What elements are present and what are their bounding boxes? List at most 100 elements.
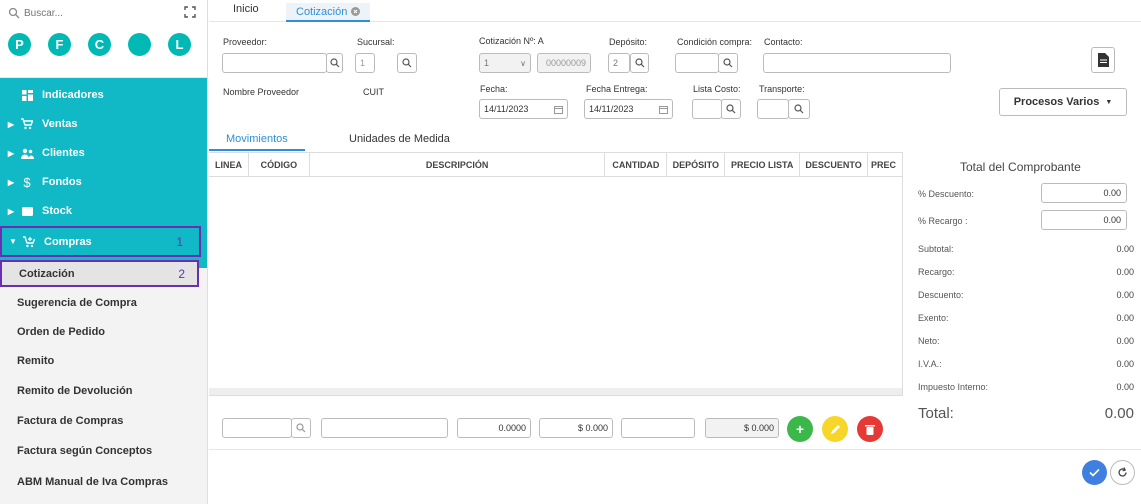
document-button[interactable]: [1091, 47, 1115, 73]
col-cantidad[interactable]: CANTIDAD: [605, 153, 668, 177]
transporte-label: Transporte:: [759, 84, 805, 94]
submenu-label: Orden de Pedido: [17, 326, 106, 338]
plus-icon: +: [795, 421, 805, 437]
fecha-entrega-input[interactable]: 14/11/2023: [584, 99, 673, 119]
deposito-search-button[interactable]: [630, 53, 649, 73]
cotizacion-select[interactable]: 1 ∨: [479, 53, 531, 73]
add-button[interactable]: +: [787, 416, 813, 442]
delete-button[interactable]: [857, 416, 883, 442]
proveedor-search-button[interactable]: [326, 53, 343, 73]
submenu-label: Cotización: [19, 267, 75, 280]
submenu-remito[interactable]: Remito: [0, 347, 207, 375]
cantidad-input[interactable]: 0.0000: [457, 418, 531, 438]
sucursal-input[interactable]: 1: [355, 53, 375, 73]
search-input[interactable]: [24, 7, 144, 19]
procesos-varios-button[interactable]: Procesos Varios ▼: [999, 88, 1127, 116]
lista-costo-input[interactable]: [692, 99, 722, 119]
menu-item-ventas[interactable]: ▶ Ventas: [0, 112, 207, 136]
codigo-input[interactable]: [222, 418, 292, 438]
descripcion-input[interactable]: [321, 418, 448, 438]
calendar-icon[interactable]: [554, 105, 563, 114]
descuento-value: 0.00: [1116, 290, 1134, 300]
condicion-label: Condición compra:: [677, 37, 753, 47]
lista-costo-label: Lista Costo:: [693, 84, 741, 94]
fullscreen-icon[interactable]: [183, 5, 197, 19]
shortcut-p[interactable]: P: [8, 33, 31, 56]
col-precio[interactable]: PREC: [868, 153, 902, 177]
submenu-remito-devolucion[interactable]: Remito de Devolución: [0, 377, 207, 405]
col-linea[interactable]: LINEA: [209, 153, 249, 177]
menu-item-clientes[interactable]: ▶ Clientes: [0, 141, 207, 165]
shortcut-circles: P F C L: [8, 33, 191, 56]
fecha-label: Fecha:: [480, 84, 508, 94]
nombre-proveedor-label: Nombre Proveedor: [223, 87, 300, 97]
impuesto-interno-label: Impuesto Interno:: [918, 382, 989, 392]
tab-inicio[interactable]: Inicio: [233, 3, 259, 22]
descuento-pct-label: % Descuento:: [918, 189, 975, 199]
edit-button[interactable]: [822, 416, 848, 442]
shortcut-f[interactable]: F: [48, 33, 71, 56]
menu-item-fondos[interactable]: ▶ $ Fondos: [0, 170, 207, 194]
condicion-search-button[interactable]: [718, 53, 738, 73]
menu-item-compras[interactable]: ▼ Compras 1: [0, 226, 201, 257]
tab-label: Cotización: [296, 5, 348, 18]
recargo-pct-input[interactable]: 0.00: [1041, 210, 1127, 230]
fecha-input[interactable]: 14/11/2023: [479, 99, 568, 119]
precio-input[interactable]: $ 0.000: [539, 418, 613, 438]
tab-unidades-medida[interactable]: Unidades de Medida: [349, 133, 450, 151]
submenu-abm-iva[interactable]: ABM Manual de Iva Compras: [0, 468, 207, 496]
col-deposito[interactable]: DEPÓSITO: [667, 153, 726, 177]
condicion-input[interactable]: [675, 53, 719, 73]
close-tab-icon[interactable]: [351, 7, 361, 16]
submenu-label: Factura según Conceptos: [17, 445, 153, 457]
button-label: Procesos Varios: [1013, 96, 1100, 108]
caret-down-icon: ▼: [1105, 98, 1113, 106]
search-icon: [296, 423, 306, 433]
col-precio-lista[interactable]: PRECIO LISTA: [725, 153, 801, 177]
search-box[interactable]: [8, 6, 197, 20]
caret-right-icon: ▶: [7, 206, 15, 216]
tab-movimientos[interactable]: Movimientos: [209, 133, 305, 151]
sucursal-search-button[interactable]: [397, 53, 417, 73]
menu-label: Fondos: [42, 176, 82, 188]
exento-value: 0.00: [1116, 313, 1134, 323]
descuento-pct-input[interactable]: 0.00: [1041, 183, 1127, 203]
shortcut-blank[interactable]: [128, 33, 151, 56]
proveedor-input[interactable]: [222, 53, 327, 73]
total-label: Total:: [918, 405, 954, 422]
transporte-search-button[interactable]: [788, 99, 810, 119]
deposito-input[interactable]: 2: [608, 53, 630, 73]
caret-right-icon: ▶: [7, 177, 15, 187]
shortcut-c[interactable]: C: [88, 33, 111, 56]
submenu-sugerencia-compra[interactable]: Sugerencia de Compra: [0, 289, 207, 317]
submenu-orden-pedido[interactable]: Orden de Pedido: [0, 318, 207, 346]
shortcut-l[interactable]: L: [168, 33, 191, 56]
contacto-input[interactable]: [763, 53, 951, 73]
codigo-search-button[interactable]: [291, 418, 311, 438]
menu-item-stock[interactable]: ▶ Stock: [0, 199, 207, 223]
col-descripcion[interactable]: DESCRIPCIÓN: [310, 153, 606, 177]
search-icon: [794, 104, 804, 114]
submenu-factura-conceptos[interactable]: Factura según Conceptos: [0, 437, 207, 465]
descuento-input[interactable]: [621, 418, 695, 438]
neto-label: Neto:: [918, 336, 940, 346]
refresh-button[interactable]: [1110, 460, 1135, 485]
horizontal-scrollbar[interactable]: [209, 388, 902, 395]
col-codigo[interactable]: CÓDIGO: [249, 153, 310, 177]
tab-cotizacion[interactable]: Cotización: [286, 3, 371, 22]
iva-label: I.V.A.:: [918, 359, 942, 369]
submenu-label: ABM Manual de Iva Compras: [17, 476, 168, 488]
lista-costo-search-button[interactable]: [721, 99, 741, 119]
search-icon: [329, 58, 339, 68]
transporte-input[interactable]: [757, 99, 789, 119]
menu-label: Stock: [42, 205, 72, 217]
col-descuento[interactable]: DESCUENTO: [800, 153, 869, 177]
submenu-label: Sugerencia de Compra: [17, 297, 137, 309]
submenu-factura-compras[interactable]: Factura de Compras: [0, 407, 207, 435]
subtotal-value: 0.00: [1116, 244, 1134, 254]
menu-item-indicadores[interactable]: Indicadores: [0, 83, 207, 107]
submenu-cotizacion[interactable]: Cotización 2: [0, 260, 199, 287]
people-icon: [20, 146, 34, 160]
confirm-button[interactable]: [1082, 460, 1107, 485]
calendar-icon[interactable]: [659, 105, 668, 114]
